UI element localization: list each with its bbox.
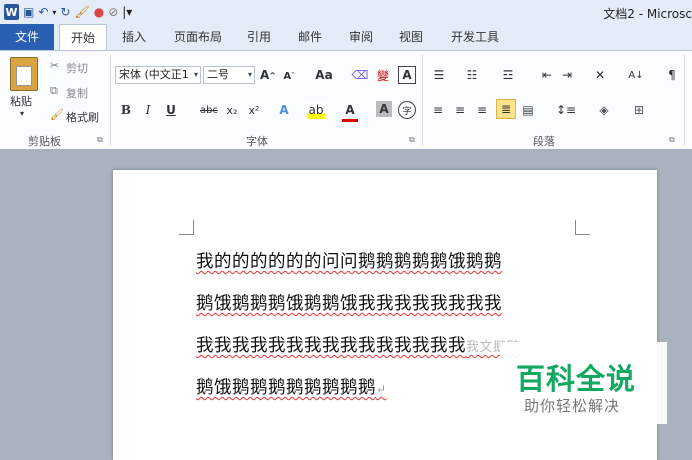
tab-view[interactable]: 视图 <box>393 24 429 50</box>
watermark: 百科全说 助你轻松解决 <box>500 342 667 424</box>
watermark-sub: 助你轻松解决 <box>524 397 621 415</box>
decrease-indent-icon[interactable]: ⇤ <box>538 66 556 84</box>
color-dot-icon[interactable]: ● <box>94 4 104 20</box>
document-line-2[interactable]: 鹅饿鹅鹅鹅饿鹅鹅饿我我我我我我我我 <box>196 290 502 315</box>
increase-indent-icon[interactable]: ⇥ <box>558 66 576 84</box>
clear-format-icon[interactable]: ⌫ <box>352 66 369 84</box>
grow-font-button[interactable]: A ^ <box>259 66 277 84</box>
chevron-down-icon: ▾ <box>247 70 252 79</box>
paragraph-mark-icon: ↵ <box>376 382 387 396</box>
align-right-icon[interactable]: ≡ <box>474 101 490 119</box>
quick-access-toolbar: W ▣ ↶ ▾ ↻ 🖌 ● ⊘ |▾ 文档2 - Microsc <box>0 0 692 24</box>
highlight-color-icon[interactable]: ab <box>307 101 325 119</box>
numbering-icon[interactable]: ☷ <box>461 66 483 84</box>
shrink-caret-icon: ˇ <box>291 72 295 80</box>
tab-file[interactable]: 文件 <box>0 24 54 50</box>
subscript-button[interactable]: x₂ <box>223 101 241 119</box>
copy-button-label[interactable]: 复制 <box>66 85 88 101</box>
customize-toolbar-icon[interactable]: |▾ <box>122 4 132 20</box>
change-case-button[interactable]: Aa <box>311 66 337 84</box>
align-left-icon[interactable]: ≡ <box>430 101 446 119</box>
italic-button[interactable]: I <box>140 101 156 119</box>
sort-icon[interactable]: A↓ <box>627 66 645 84</box>
justify-icon[interactable]: ≣ <box>496 99 516 119</box>
multilevel-list-icon[interactable]: ☲ <box>497 66 519 84</box>
font-launcher-icon[interactable]: ⧉ <box>409 135 415 145</box>
paste-icon[interactable] <box>10 57 38 91</box>
cut-icon[interactable]: ✂ <box>50 59 59 72</box>
chevron-down-icon: ▾ <box>193 70 198 79</box>
font-name-combo[interactable]: 宋体 (中文正1 ▾ <box>115 66 201 84</box>
line-spacing-icon[interactable]: ↕≡ <box>555 101 577 119</box>
font-name-value: 宋体 (中文正1 <box>119 68 189 81</box>
enclose-character-icon[interactable]: 字 <box>398 101 416 119</box>
document-line-1[interactable]: 我的的的的的的问问鹅鹅鹅鹅鹅饿鹅鹅 <box>196 248 502 273</box>
ribbon-tabs: 文件 开始 插入 页面布局 引用 邮件 审阅 视图 开发工具 <box>0 24 692 50</box>
underline-button[interactable]: U <box>163 101 179 119</box>
show-marks-icon[interactable]: ¶ <box>663 66 681 84</box>
tab-mailings[interactable]: 邮件 <box>292 24 328 50</box>
margin-corner-top-left <box>179 220 194 235</box>
save-icon[interactable]: ▣ <box>23 4 34 20</box>
font-size-combo[interactable]: 二号 ▾ <box>203 66 255 84</box>
document-line-4[interactable]: 鹅饿鹅鹅鹅鹅鹅鹅鹅鹅↵ <box>196 374 387 399</box>
grow-caret-icon: ^ <box>269 70 276 80</box>
character-shading-icon[interactable]: A <box>376 101 392 117</box>
group-separator <box>422 55 423 145</box>
paste-button-label[interactable]: 粘贴 <box>10 93 32 109</box>
paste-dropdown-icon[interactable]: ▾ <box>20 109 24 118</box>
bullets-icon[interactable]: ☰ <box>428 66 450 84</box>
margin-corner-top-right <box>575 220 590 235</box>
no-format-icon[interactable]: ⊘ <box>108 4 118 20</box>
text-effects-icon[interactable]: A <box>275 101 293 119</box>
strikethrough-button[interactable]: abc <box>198 101 220 119</box>
word-logo-icon[interactable]: W <box>4 4 19 20</box>
document-line-3-text: 我我我我我我我我我我我我我我我 <box>196 336 466 356</box>
chinese-layout-icon[interactable]: ✕ <box>590 66 610 84</box>
group-separator <box>684 55 685 145</box>
group-separator <box>110 55 111 145</box>
tab-developer[interactable]: 开发工具 <box>444 24 506 50</box>
tab-page-layout[interactable]: 页面布局 <box>168 24 228 50</box>
format-painter-icon[interactable]: 🖌 <box>50 108 64 121</box>
tab-insert[interactable]: 插入 <box>114 24 154 50</box>
tab-review[interactable]: 审阅 <box>343 24 379 50</box>
ribbon: 粘贴 ▾ ✂ 剪切 ⧉ 复制 🖌 格式刷 剪贴板 ⧉ 宋体 (中文正1 ▾ 二号… <box>0 50 692 150</box>
font-group-label: 字体 <box>246 135 268 148</box>
clipboard-group-label: 剪贴板 <box>28 135 61 148</box>
undo-icon[interactable]: ↶ <box>38 4 48 20</box>
character-border-button[interactable]: A <box>398 66 416 84</box>
document-line-3[interactable]: 我我我我我我我我我我我我我我我我文鹅鹅 <box>196 332 520 357</box>
font-color-icon[interactable]: A <box>342 101 358 122</box>
redo-icon[interactable]: ↻ <box>60 4 70 20</box>
align-center-icon[interactable]: ≡ <box>452 101 468 119</box>
document-line-4-text: 鹅饿鹅鹅鹅鹅鹅鹅鹅鹅 <box>196 378 376 398</box>
tab-references[interactable]: 引用 <box>241 24 277 50</box>
watermark-main: 百科全说 <box>516 362 637 396</box>
copy-icon[interactable]: ⧉ <box>50 84 58 98</box>
font-size-value: 二号 <box>207 68 229 81</box>
bold-button[interactable]: B <box>118 101 134 119</box>
clipboard-launcher-icon[interactable]: ⧉ <box>97 135 103 145</box>
superscript-button[interactable]: x² <box>245 101 263 119</box>
format-painter-label[interactable]: 格式刷 <box>66 109 99 125</box>
borders-icon[interactable]: ⊞ <box>628 101 650 119</box>
phonetic-guide-button[interactable]: 變 <box>374 66 392 84</box>
brush-icon[interactable]: 🖌 <box>74 4 89 20</box>
cut-button-label[interactable]: 剪切 <box>66 60 88 76</box>
shrink-font-button[interactable]: Aˇ <box>281 68 297 84</box>
tab-home[interactable]: 开始 <box>59 24 107 50</box>
distributed-icon[interactable]: ▤ <box>520 101 536 119</box>
paragraph-group-label: 段落 <box>533 135 555 148</box>
dropdown-arrow-icon[interactable]: ▾ <box>52 4 56 20</box>
window-title: 文档2 - Microsc <box>603 7 692 21</box>
paragraph-launcher-icon[interactable]: ⧉ <box>669 135 675 145</box>
shading-icon[interactable]: ◈ <box>593 101 615 119</box>
